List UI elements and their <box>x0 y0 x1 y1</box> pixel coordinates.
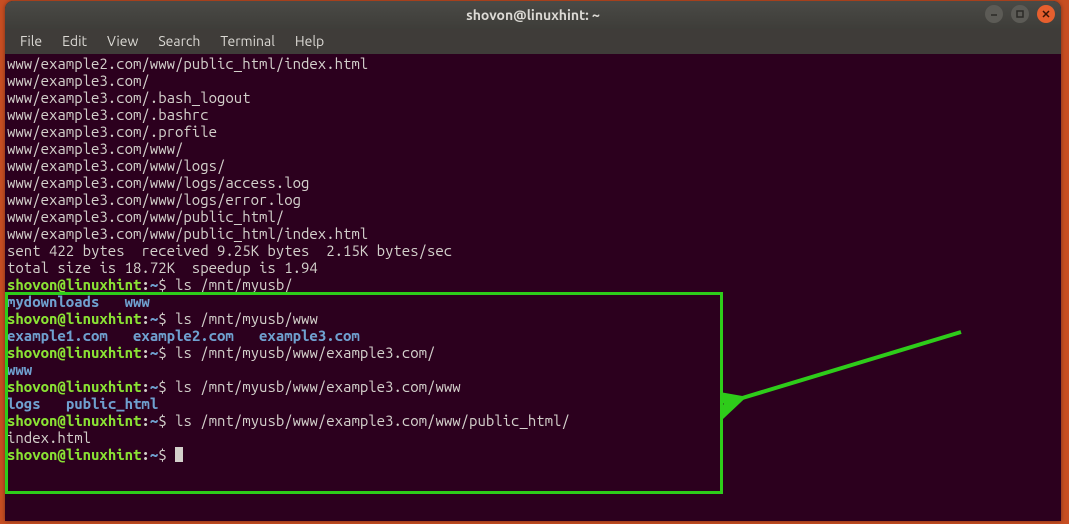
output-line: www/example3.com/www/logs/error.log <box>7 191 1059 208</box>
cursor <box>175 447 183 462</box>
close-button[interactable] <box>1037 5 1055 23</box>
dir-entry: example2.com <box>133 327 234 344</box>
prompt-line: shovon@linuxhint:~$ <box>7 446 1059 463</box>
prompt-line: shovon@linuxhint:~$ ls /mnt/myusb/www <box>7 310 1059 327</box>
dir-entry: www <box>7 361 32 378</box>
window-title: shovon@linuxhint: ~ <box>466 7 600 24</box>
prompt-cwd: ~ <box>150 276 158 293</box>
menu-view[interactable]: View <box>98 31 147 52</box>
command-text: ls /mnt/myusb/ <box>167 276 293 293</box>
output-line: logs public_html <box>7 395 1059 412</box>
command-text: ls /mnt/myusb/www/example3.com/www <box>167 378 461 395</box>
output-line: www/example3.com/www/ <box>7 140 1059 157</box>
maximize-button[interactable] <box>1011 5 1029 23</box>
menu-help[interactable]: Help <box>286 31 333 52</box>
output-line: www/example2.com/www/public_html/index.h… <box>7 55 1059 72</box>
prompt-sigil: $ <box>158 276 166 293</box>
output-line: sent 422 bytes received 9.25K bytes 2.15… <box>7 242 1059 259</box>
output-line: mydownloads www <box>7 293 1059 310</box>
command-text: ls /mnt/myusb/www/example3.com/ <box>167 344 436 361</box>
menu-terminal[interactable]: Terminal <box>211 31 284 52</box>
output-line: www/example3.com/ <box>7 72 1059 89</box>
dir-entry: www <box>125 293 150 310</box>
titlebar: shovon@linuxhint: ~ <box>5 1 1061 29</box>
output-line: www <box>7 361 1059 378</box>
prompt-host: linuxhint <box>66 276 142 293</box>
output-line: www/example3.com/www/public_html/index.h… <box>7 225 1059 242</box>
dir-entry: public_html <box>66 395 158 412</box>
dir-entry: example1.com <box>7 327 108 344</box>
output-line: index.html <box>7 429 1059 446</box>
command-text: ls /mnt/myusb/www <box>167 310 318 327</box>
prompt-line: shovon@linuxhint:~$ ls /mnt/myusb/www/ex… <box>7 378 1059 395</box>
output-line: www/example3.com/.bashrc <box>7 106 1059 123</box>
output-line: www/example3.com/.bash_logout <box>7 89 1059 106</box>
dir-entry: example3.com <box>259 327 360 344</box>
menu-search[interactable]: Search <box>149 31 209 52</box>
dir-entry: mydownloads <box>7 293 99 310</box>
menu-edit[interactable]: Edit <box>53 31 96 52</box>
prompt-line: shovon@linuxhint:~$ ls /mnt/myusb/www/ex… <box>7 412 1059 429</box>
terminal-window: shovon@linuxhint: ~ File Edit View Searc… <box>5 1 1061 521</box>
menubar: File Edit View Search Terminal Help <box>5 29 1061 54</box>
output-line: www/example3.com/www/public_html/ <box>7 208 1059 225</box>
prompt-line: shovon@linuxhint:~$ ls /mnt/myusb/www/ex… <box>7 344 1059 361</box>
prompt-colon: : <box>141 276 149 293</box>
output-line: www/example3.com/.profile <box>7 123 1059 140</box>
dir-entry: logs <box>7 395 41 412</box>
output-line: total size is 18.72K speedup is 1.94 <box>7 259 1059 276</box>
prompt-at: @ <box>57 276 65 293</box>
output-line: www/example3.com/www/logs/ <box>7 157 1059 174</box>
menu-file[interactable]: File <box>11 31 51 52</box>
window-controls <box>985 5 1055 23</box>
minimize-button[interactable] <box>985 5 1003 23</box>
output-line: www/example3.com/www/logs/access.log <box>7 174 1059 191</box>
file-entry: index.html <box>7 429 91 446</box>
command-text: ls /mnt/myusb/www/example3.com/www/publi… <box>167 412 570 429</box>
output-line: example1.com example2.com example3.com <box>7 327 1059 344</box>
prompt-user: shovon <box>7 276 57 293</box>
terminal-body[interactable]: www/example2.com/www/public_html/index.h… <box>5 54 1061 464</box>
prompt-line: shovon@linuxhint:~$ ls /mnt/myusb/ <box>7 276 1059 293</box>
